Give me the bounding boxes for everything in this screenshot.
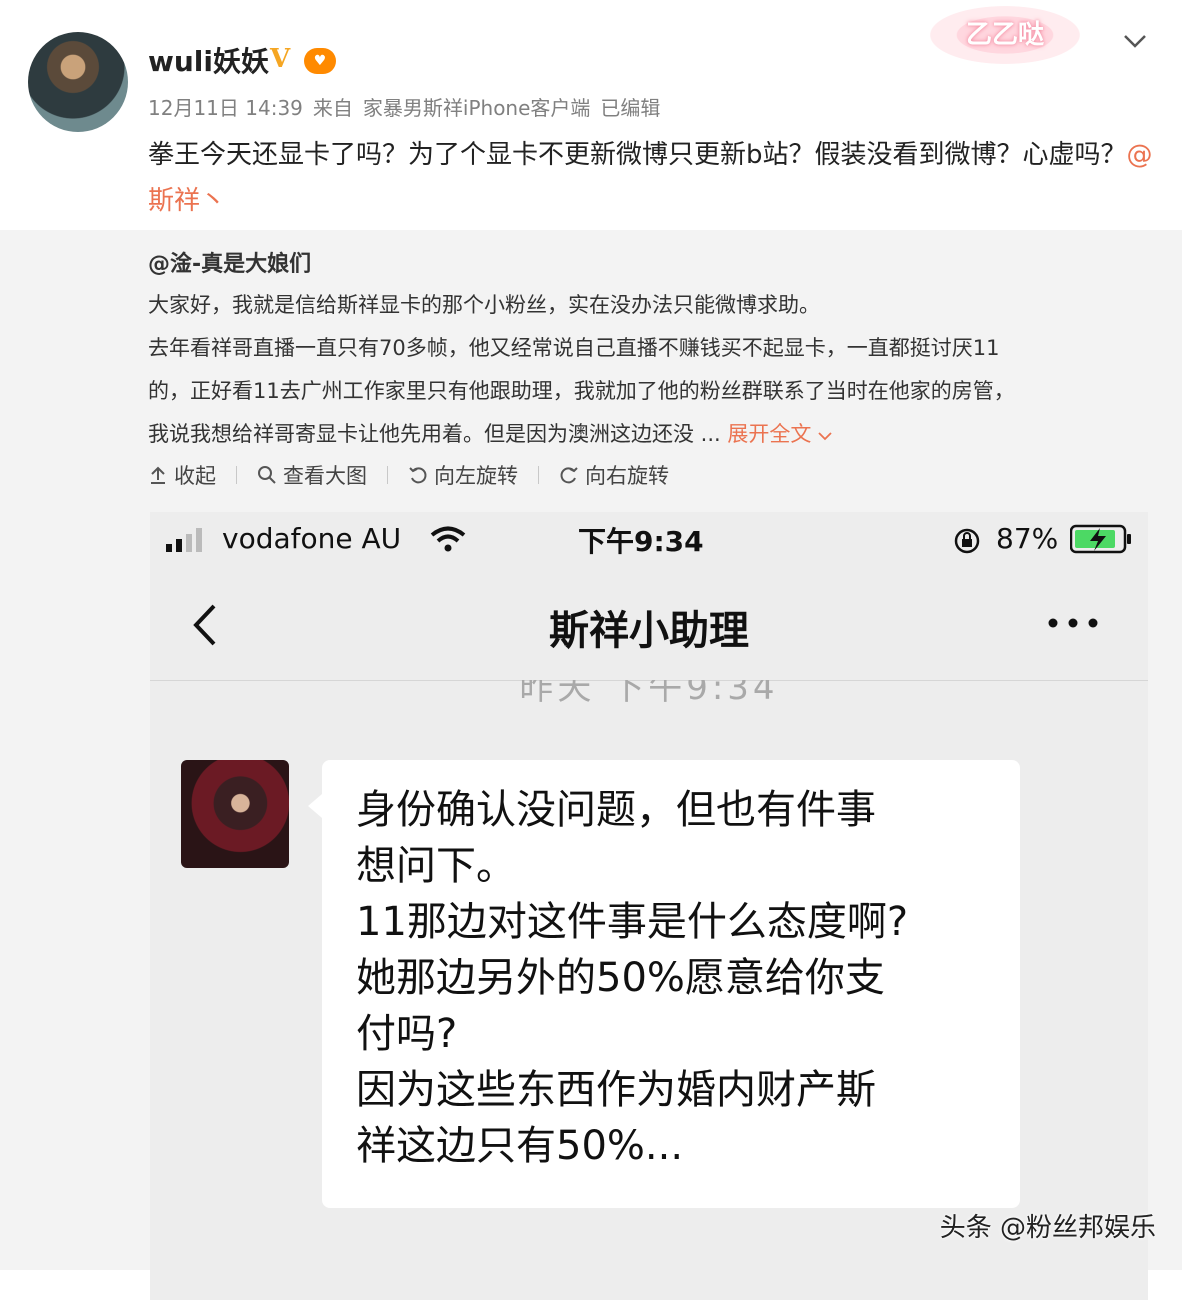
collapse-label: 收起 — [174, 464, 216, 488]
image-actions-bar: 收起 查看大图 向左旋转 向右旋转 — [148, 460, 669, 490]
post-timestamp[interactable]: 12月11日 14:39 — [148, 96, 303, 120]
divider — [538, 466, 539, 484]
rotate-right-label: 向右旋转 — [585, 464, 669, 488]
rotation-lock-icon — [954, 528, 980, 554]
sender-avatar[interactable] — [181, 760, 289, 868]
view-large-image-button[interactable]: 查看大图 — [257, 460, 367, 490]
message-line: 身份确认没问题，但也有件事 — [356, 787, 876, 833]
username[interactable]: wuli妖妖 — [148, 40, 269, 80]
rotate-right-button[interactable]: 向右旋转 — [559, 460, 669, 490]
battery-charging-icon — [1070, 524, 1131, 554]
divider — [236, 466, 237, 484]
carrier-name: vodafone AU — [222, 522, 402, 555]
rotate-right-icon — [560, 467, 578, 484]
chat-screenshot-image[interactable]: vodafone AU 下午9:34 87% 斯祥小助理 昨天 下午9:34 身… — [150, 512, 1148, 1300]
message-bubble[interactable]: 身份确认没问题，但也有件事 想问下。 11那边对这件事是什么态度啊? 她那边另外… — [308, 760, 1020, 1208]
collapse-icon — [151, 466, 165, 484]
repost-line: 大家好，我就是信给斯祥显卡的那个小粉丝，实在没办法只能微博求助。 — [148, 293, 820, 317]
member-badge-icon: ♥ — [304, 48, 336, 74]
rotate-left-button[interactable]: 向左旋转 — [408, 460, 518, 490]
battery-percent: 87% — [996, 522, 1059, 555]
watermark: 头条 @粉丝邦娱乐 — [939, 1213, 1156, 1243]
message-timestamp: 昨天 下午9:34 — [519, 680, 779, 708]
post-body: 拳王今天还显卡了吗？为了个显卡不更新微博只更新b站？假装没看到微博？心虚吗？@斯… — [148, 132, 1158, 224]
rotate-left-icon — [409, 467, 427, 484]
message-line: 付吗? — [356, 1011, 458, 1057]
edited-label[interactable]: 已编辑 — [600, 96, 660, 120]
post-source[interactable]: 家暴男斯祥iPhone客户端 — [363, 96, 591, 120]
divider — [387, 466, 388, 484]
expand-full-text-link[interactable]: 展开全文 — [727, 422, 832, 446]
collapse-button[interactable]: 收起 — [148, 460, 216, 490]
user-avatar[interactable] — [28, 32, 128, 132]
cell-signal-icon — [166, 528, 202, 552]
message-line: 11那边对这件事是什么态度啊? — [356, 899, 909, 945]
repost-author-link[interactable]: @淦-真是大娘们 — [148, 246, 311, 278]
chevron-down-icon[interactable] — [1122, 28, 1148, 54]
message-line: 想问下。 — [356, 843, 516, 889]
wifi-icon — [430, 526, 466, 552]
weibo-post: wuli妖妖 V ♥ 乙乙哒 12月11日 14:39 来自 家暴男斯祥iPhone… — [0, 0, 1182, 230]
status-bar: vodafone AU 下午9:34 87% — [150, 512, 1148, 568]
chat-nav-bar: 斯祥小助理 — [150, 568, 1148, 681]
repost-line: 的，正好看11去广州工作家里只有他跟助理，我就加了他的粉丝群联系了当时在他家的房… — [148, 379, 1015, 403]
more-options-icon[interactable] — [1046, 614, 1100, 632]
repost-line: 我说我想给祥哥寄显卡让他先用着。但是因为澳洲这边还没 ... 展开全文 — [148, 413, 1128, 456]
reposted-content: @淦-真是大娘们 大家好，我就是信给斯祥显卡的那个小粉丝，实在没办法只能微博求助… — [0, 230, 1182, 1300]
message-line: 因为这些东西作为婚内财产斯 — [356, 1067, 876, 1113]
clock: 下午9:34 — [578, 525, 704, 558]
post-text: 拳王今天还显卡了吗？为了个显卡不更新微博只更新b站？假装没看到微博？心虚吗？ — [148, 140, 1127, 170]
repost-line: 去年看祥哥直播一直只有70多帧，他又经常说自己直播不赚钱买不起显卡，一直都挺讨厌… — [148, 336, 1000, 360]
source-prefix: 来自 — [312, 96, 353, 120]
rotate-left-label: 向左旋转 — [434, 464, 518, 488]
repost-line-text: 我说我想给祥哥寄显卡让他先用着。但是因为澳洲这边还没 ... — [148, 422, 721, 446]
verified-badge-icon: V — [270, 44, 291, 74]
post-meta: 12月11日 14:39 来自 家暴男斯祥iPhone客户端 已编辑 — [148, 92, 670, 121]
sticker-decoration: 乙乙哒 — [930, 6, 1080, 64]
message-line: 祥这边只有50%... — [356, 1123, 684, 1169]
expand-chevron-icon — [818, 432, 832, 441]
repost-body: 大家好，我就是信给斯祥显卡的那个小粉丝，实在没办法只能微博求助。 去年看祥哥直播… — [148, 284, 1128, 456]
chat-title: 斯祥小助理 — [549, 608, 749, 654]
magnifier-icon — [258, 466, 276, 484]
expand-label: 展开全文 — [727, 422, 812, 446]
message-line: 她那边另外的50%愿意给你支 — [356, 955, 885, 1001]
view-large-label: 查看大图 — [283, 464, 367, 488]
